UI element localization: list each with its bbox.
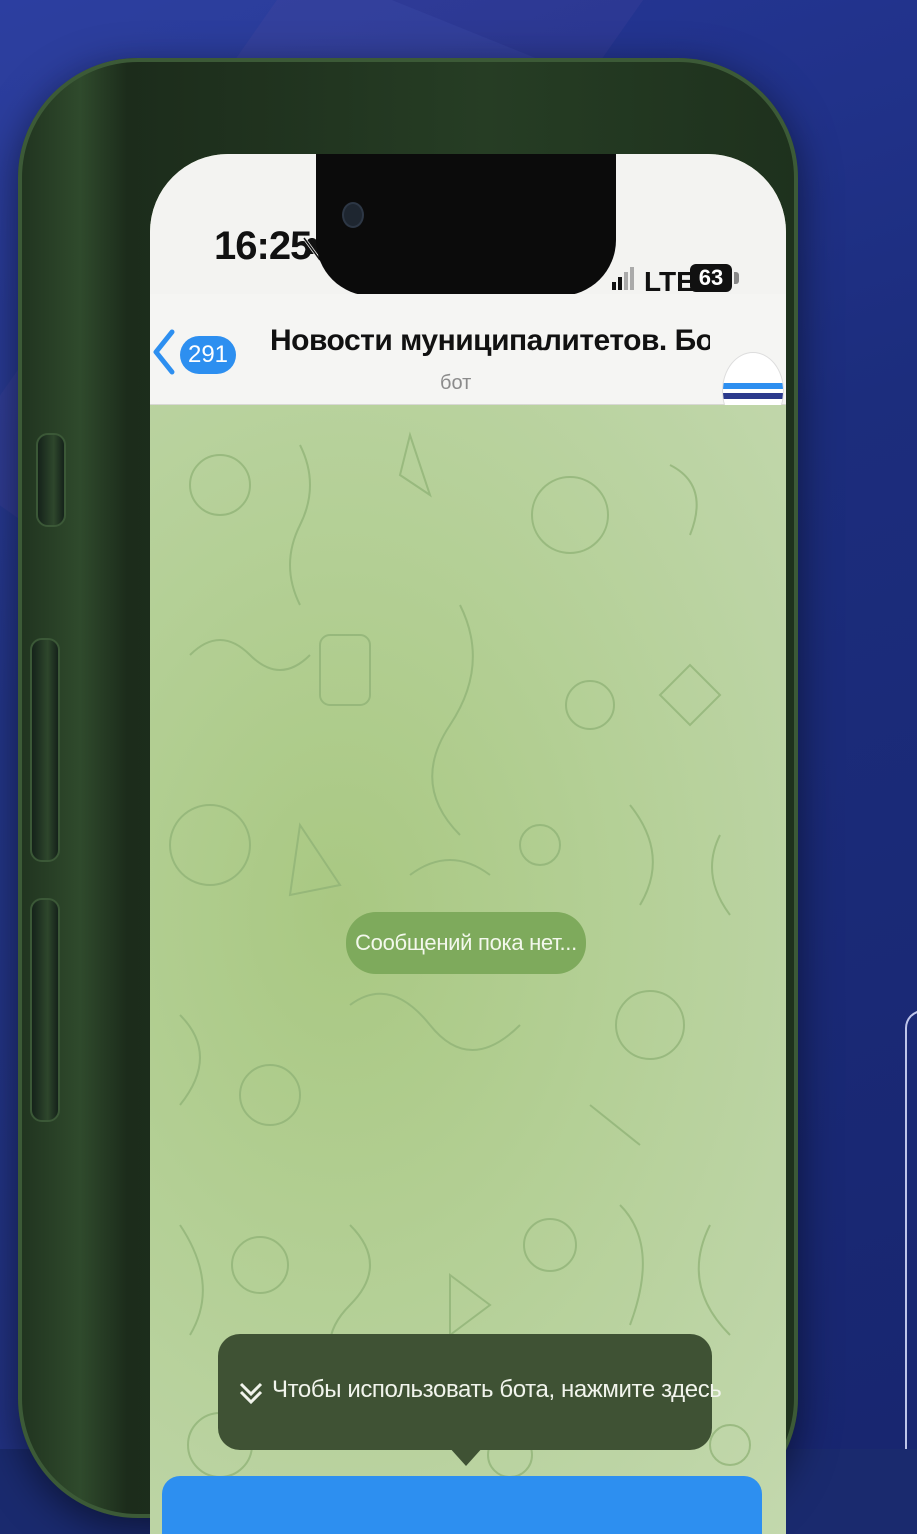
battery-nub [734,272,739,284]
avatar-stripe [723,383,783,389]
back-unread-badge[interactable]: 291 [180,336,236,374]
start-bot-button[interactable] [162,1476,762,1534]
avatar-stripe [723,393,783,399]
volume-up-button [30,638,60,862]
tooltip-text: Чтобы использовать бота, нажмите здесь [272,1376,722,1403]
start-hint-tooltip[interactable]: Чтобы использовать бота, нажмите здесь [218,1334,722,1450]
battery-indicator: 63 [690,264,732,292]
status-time: 16:25 [214,224,312,268]
phone-notch [316,154,616,296]
front-camera [342,202,364,228]
tooltip-pointer [448,1446,484,1466]
signal-icon [612,267,634,290]
empty-state-badge: Сообщений пока нет... [346,912,586,974]
mute-switch [36,433,66,527]
back-chevron-icon[interactable] [150,328,178,376]
double-chevron-down-icon [239,1382,263,1405]
phone-mockup: 16:25 LTE 63 291 Новости муниципалитетов… [18,58,798,1534]
chat-header: 291 Новости муниципалитетов. Бот-... бот [150,294,786,430]
frame-edge [905,1010,917,1449]
phone-screen: 16:25 LTE 63 291 Новости муниципалитетов… [150,154,786,1534]
chat-subtitle: бот [440,372,472,394]
chat-title[interactable]: Новости муниципалитетов. Бот-... [270,324,710,358]
status-bar: 16:25 LTE 63 [150,154,786,297]
volume-down-button [30,898,60,1122]
